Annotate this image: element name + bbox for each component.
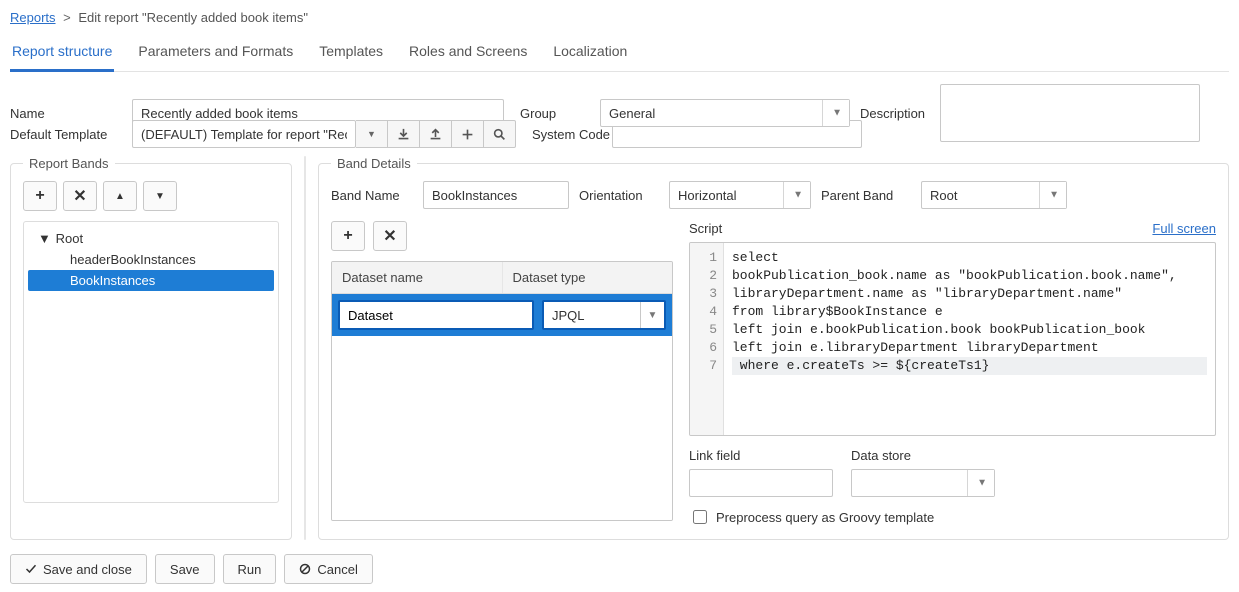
parent-band-select[interactable]: Root — [921, 181, 1067, 209]
cancel-button[interactable]: Cancel — [284, 554, 372, 584]
splitter[interactable] — [304, 156, 306, 540]
chevron-down-icon: ▼ — [367, 129, 376, 139]
run-button[interactable]: Run — [223, 554, 277, 584]
caret-down-icon[interactable]: ▼ — [38, 231, 48, 246]
breadcrumb-sep: > — [63, 10, 71, 25]
preprocess-label[interactable]: Preprocess query as Groovy template — [716, 510, 934, 525]
template-add-button[interactable] — [452, 120, 484, 148]
band-details-panel: Band Details Band Name Orientation Horiz… — [318, 156, 1229, 540]
tree-root-label: Root — [56, 231, 83, 246]
tree-item-header[interactable]: headerBookInstances — [28, 249, 274, 270]
parent-band-label: Parent Band — [821, 188, 911, 203]
preprocess-checkbox[interactable] — [693, 510, 707, 524]
chevron-down-icon: ▼ — [640, 302, 664, 328]
footer-actions: Save and close Save Run Cancel — [10, 554, 1229, 584]
name-label: Name — [10, 106, 132, 121]
tab-parameters-formats[interactable]: Parameters and Formats — [136, 35, 295, 72]
editor-gutter: 1 2 3 4 5 6 7 — [690, 243, 724, 435]
tab-roles-screens[interactable]: Roles and Screens — [407, 35, 529, 72]
report-bands-panel: Report Bands + ✕ ▲ ▼ ▼ Root headerBookIn… — [10, 156, 292, 540]
caret-up-icon: ▲ — [115, 191, 125, 202]
run-label: Run — [238, 562, 262, 577]
bands-toolbar: + ✕ ▲ ▼ — [23, 181, 279, 211]
dataset-column: + ✕ Dataset name Dataset type JP — [331, 221, 673, 527]
report-bands-legend: Report Bands — [23, 156, 115, 171]
plus-icon — [461, 128, 474, 141]
template-download-button[interactable] — [388, 120, 420, 148]
breadcrumb: Reports > Edit report "Recently added bo… — [10, 8, 1229, 31]
template-search-button[interactable] — [484, 120, 516, 148]
dataset-col-type-header: Dataset type — [503, 262, 673, 293]
dataset-grid: Dataset name Dataset type JPQL ▼ — [331, 261, 673, 521]
script-label: Script — [689, 221, 722, 236]
save-and-close-label: Save and close — [43, 562, 132, 577]
dataset-name-cell[interactable] — [338, 300, 534, 330]
default-template-label: Default Template — [10, 127, 132, 142]
editor-code[interactable]: select bookPublication_book.name as "boo… — [724, 243, 1215, 435]
tabs: Report structure Parameters and Formats … — [10, 35, 1229, 72]
description-textarea[interactable] — [940, 84, 1200, 142]
close-icon: ✕ — [73, 186, 86, 206]
data-store-select[interactable] — [851, 469, 995, 497]
plus-icon: + — [35, 187, 44, 205]
bands-tree[interactable]: ▼ Root headerBookInstances BookInstances — [23, 221, 279, 503]
remove-band-button[interactable]: ✕ — [63, 181, 97, 211]
script-editor[interactable]: 1 2 3 4 5 6 7 select bookPublication_boo… — [689, 242, 1216, 436]
dataset-col-name-header: Dataset name — [332, 262, 503, 293]
link-field-input[interactable] — [689, 469, 833, 497]
save-and-close-button[interactable]: Save and close — [10, 554, 147, 584]
upload-icon — [429, 128, 442, 141]
band-details-legend: Band Details — [331, 156, 417, 171]
default-template-input[interactable] — [132, 120, 356, 148]
cancel-label: Cancel — [317, 562, 357, 577]
remove-dataset-button[interactable]: ✕ — [373, 221, 407, 251]
full-screen-link[interactable]: Full screen — [1152, 221, 1216, 236]
band-name-input[interactable] — [423, 181, 569, 209]
tree-item-bookinstances[interactable]: BookInstances — [28, 270, 274, 291]
orientation-select[interactable]: Horizontal — [669, 181, 811, 209]
breadcrumb-current: Edit report "Recently added book items" — [78, 10, 308, 25]
save-button[interactable]: Save — [155, 554, 215, 584]
add-band-button[interactable]: + — [23, 181, 57, 211]
plus-icon: + — [343, 227, 352, 245]
tree-root[interactable]: ▼ Root — [28, 228, 274, 249]
template-upload-button[interactable] — [420, 120, 452, 148]
system-code-label: System Code — [532, 127, 612, 142]
move-down-button[interactable]: ▼ — [143, 181, 177, 211]
data-store-label: Data store — [851, 448, 995, 463]
group-select[interactable]: General — [600, 99, 850, 127]
group-label: Group — [520, 106, 600, 121]
band-name-label: Band Name — [331, 188, 413, 203]
orientation-label: Orientation — [579, 188, 659, 203]
script-column: Script Full screen 1 2 3 4 5 6 7 select … — [689, 221, 1216, 527]
add-dataset-button[interactable]: + — [331, 221, 365, 251]
dataset-row[interactable]: JPQL ▼ — [332, 294, 672, 336]
link-field-label: Link field — [689, 448, 833, 463]
dataset-type-value: JPQL — [552, 308, 585, 323]
breadcrumb-root[interactable]: Reports — [10, 10, 56, 25]
download-icon — [397, 128, 410, 141]
check-icon — [25, 563, 37, 575]
tab-templates[interactable]: Templates — [317, 35, 385, 72]
caret-down-icon: ▼ — [155, 191, 165, 202]
template-dropdown-button[interactable]: ▼ — [356, 120, 388, 148]
ban-icon — [299, 563, 311, 575]
default-template-field: ▼ — [132, 120, 516, 148]
move-up-button[interactable]: ▲ — [103, 181, 137, 211]
search-icon — [493, 128, 506, 141]
close-icon: ✕ — [383, 226, 396, 246]
description-label: Description — [860, 106, 940, 121]
dataset-type-cell[interactable]: JPQL ▼ — [542, 300, 666, 330]
save-label: Save — [170, 562, 200, 577]
tab-localization[interactable]: Localization — [551, 35, 629, 72]
tab-report-structure[interactable]: Report structure — [10, 35, 114, 72]
